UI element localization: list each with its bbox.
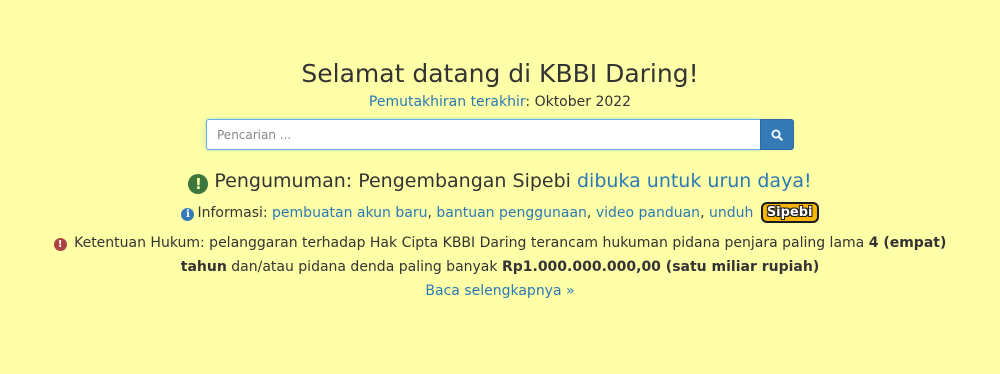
- info-separator: ,: [700, 205, 705, 221]
- last-updated: Pemutakhiran terakhir: Oktober 2022: [0, 93, 1000, 111]
- last-updated-separator: :: [525, 94, 531, 110]
- legal-text-1: Ketentuan Hukum: pelanggaran terhadap Ha…: [74, 235, 865, 251]
- page-title: Selamat datang di KBBI Daring!: [301, 59, 699, 88]
- announcement-link[interactable]: dibuka untuk urun daya!: [577, 170, 812, 192]
- sipebi-badge[interactable]: Sipebi: [760, 202, 819, 223]
- legal-text-2: dan/atau pidana denda paling banyak: [231, 259, 498, 275]
- last-updated-link[interactable]: Pemutakhiran terakhir: [369, 94, 525, 110]
- info-separator: ,: [427, 205, 432, 221]
- search-input[interactable]: [206, 119, 760, 150]
- info-link-help[interactable]: bantuan penggunaan: [436, 205, 587, 221]
- search-button[interactable]: [760, 119, 794, 150]
- info-label: Informasi:: [197, 205, 268, 221]
- info-link-create-account[interactable]: pembuatan akun baru: [272, 205, 427, 221]
- info-circle-icon: i: [181, 208, 195, 221]
- read-more-link[interactable]: Baca selengkapnya »: [425, 283, 574, 299]
- exclamation-circle-icon: !: [188, 174, 209, 194]
- search-icon: [771, 129, 783, 141]
- main-content: Selamat datang di KBBI Daring! Pemutakhi…: [0, 0, 1000, 303]
- info-separator: ,: [586, 205, 592, 221]
- info-link-download[interactable]: unduh: [709, 205, 753, 221]
- legal-bold-fine: Rp1.000.000.000,00 (satu miliar rupiah): [501, 259, 820, 275]
- info-link-video[interactable]: video panduan: [596, 205, 700, 221]
- search-form: [206, 119, 794, 150]
- info-bar: i Informasi: pembuatan akun baru, bantuan…: [0, 202, 1000, 223]
- announcement-text: Pengumuman: Pengembangan Sipebi: [214, 170, 571, 192]
- exclamation-circle-icon: !: [53, 238, 67, 251]
- legal-notice: ! Ketentuan Hukum: pelanggaran terhadap …: [0, 231, 1000, 303]
- announcement: ! Pengumuman: Pengembangan Sipebi dibuka …: [0, 168, 1000, 194]
- last-updated-value: Oktober 2022: [534, 94, 632, 110]
